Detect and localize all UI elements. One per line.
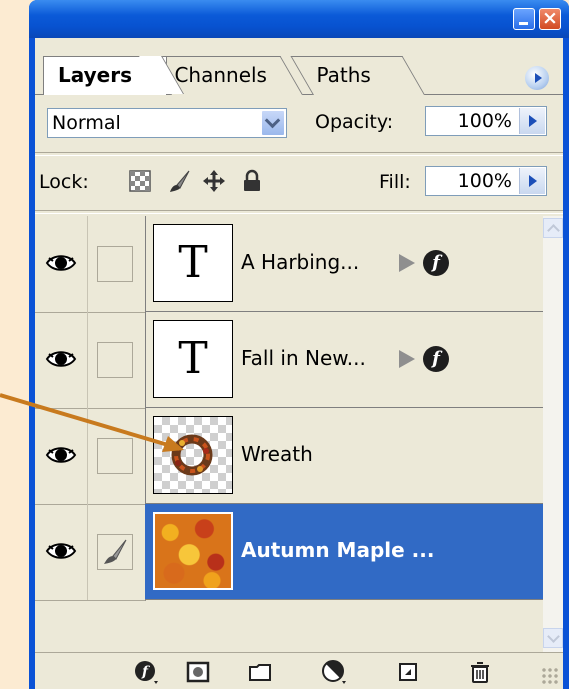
chevron-down-icon[interactable] [261, 110, 285, 136]
link-box [97, 246, 133, 282]
layer-list: T A Harbing... f T Fall in New... f Wrea… [35, 216, 543, 608]
layer-main[interactable]: T A Harbing... f [145, 216, 543, 312]
layer-row[interactable]: T A Harbing... f [35, 216, 543, 313]
visibility-toggle[interactable] [35, 216, 88, 313]
visibility-toggle[interactable] [35, 504, 88, 601]
divider [35, 152, 563, 156]
opacity-slider-arrow-icon[interactable] [519, 108, 545, 134]
layers-palette-window: × Paths Channels Layers Normal Opacity: … [29, 0, 569, 689]
text-layer-icon: T [178, 237, 208, 288]
link-box [97, 438, 133, 474]
tab-paths[interactable]: Paths [290, 56, 425, 95]
link-toggle[interactable] [87, 312, 146, 409]
fill-field[interactable]: 100% [425, 166, 547, 196]
link-toggle[interactable] [87, 216, 146, 313]
opacity-value: 100% [457, 110, 512, 132]
minimize-button[interactable] [513, 8, 535, 30]
tab-label: Paths [316, 63, 371, 87]
layers-toolbar: f [35, 652, 563, 689]
wreath-image [171, 434, 213, 476]
close-button[interactable]: × [539, 8, 561, 30]
visibility-toggle[interactable] [35, 312, 88, 409]
layer-main[interactable]: Autumn Maple ... [145, 504, 543, 600]
fill-value: 100% [457, 170, 512, 192]
expand-effects-arrow-icon[interactable] [399, 254, 415, 272]
maple-thumbnail [153, 512, 233, 590]
resize-grip[interactable] [541, 667, 559, 685]
add-mask-icon[interactable] [185, 659, 211, 685]
fill-label: Fill: [379, 171, 411, 193]
link-box [97, 534, 133, 570]
lock-transparent-icon[interactable] [127, 168, 153, 194]
paintbrush-icon [104, 539, 127, 564]
layer-effects-icon[interactable]: f [423, 346, 449, 372]
add-style-icon[interactable]: f [133, 659, 159, 685]
link-toggle[interactable] [87, 504, 146, 601]
adjustment-layer-icon[interactable] [321, 659, 347, 685]
tab-layers[interactable]: Layers [43, 56, 167, 95]
eye-icon [45, 447, 77, 463]
visibility-toggle[interactable] [35, 408, 88, 505]
eye-icon [45, 255, 77, 271]
scroll-down-button[interactable] [543, 628, 563, 648]
delete-layer-icon[interactable] [467, 659, 493, 685]
new-group-icon[interactable] [247, 659, 273, 685]
layer-name[interactable]: A Harbing... [241, 244, 359, 280]
layer-row[interactable]: Wreath [35, 408, 543, 505]
opacity-field[interactable]: 100% [425, 106, 547, 136]
lock-image-icon[interactable] [167, 168, 193, 194]
layer-row[interactable]: T Fall in New... f [35, 312, 543, 409]
eye-icon [45, 543, 77, 559]
text-layer-thumbnail: T [153, 224, 233, 302]
scroll-up-button[interactable] [543, 218, 563, 238]
eye-icon [45, 351, 77, 367]
wreath-thumbnail [153, 416, 233, 494]
new-layer-icon[interactable] [395, 659, 421, 685]
layer-effects-icon[interactable]: f [423, 250, 449, 276]
blend-mode-value: Normal [52, 112, 121, 134]
lock-label: Lock: [39, 171, 89, 193]
fill-slider-arrow-icon[interactable] [519, 168, 545, 194]
layer-main[interactable]: Wreath [145, 408, 543, 504]
layer-row-selected[interactable]: Autumn Maple ... [35, 504, 543, 601]
layer-list-scrollbar[interactable] [543, 216, 563, 652]
lock-position-icon[interactable] [201, 168, 227, 194]
tab-strip: Paths Channels Layers [35, 38, 563, 95]
palette-menu-button[interactable] [525, 66, 549, 90]
blend-mode-select[interactable]: Normal [47, 108, 287, 138]
text-layer-thumbnail: T [153, 320, 233, 398]
expand-effects-arrow-icon[interactable] [399, 350, 415, 368]
divider [35, 210, 563, 214]
tab-label: Layers [58, 63, 132, 87]
link-toggle[interactable] [87, 408, 146, 505]
layer-name[interactable]: Autumn Maple ... [241, 532, 434, 568]
lock-all-icon[interactable] [239, 168, 265, 194]
opacity-label: Opacity: [315, 111, 394, 133]
text-layer-icon: T [178, 333, 208, 384]
palette-body: Paths Channels Layers Normal Opacity: 10… [35, 38, 563, 689]
link-box [97, 342, 133, 378]
layer-name[interactable]: Wreath [241, 436, 313, 472]
layer-main[interactable]: T Fall in New... f [145, 312, 543, 408]
title-bar[interactable]: × [29, 0, 569, 38]
layer-name[interactable]: Fall in New... [241, 340, 366, 376]
